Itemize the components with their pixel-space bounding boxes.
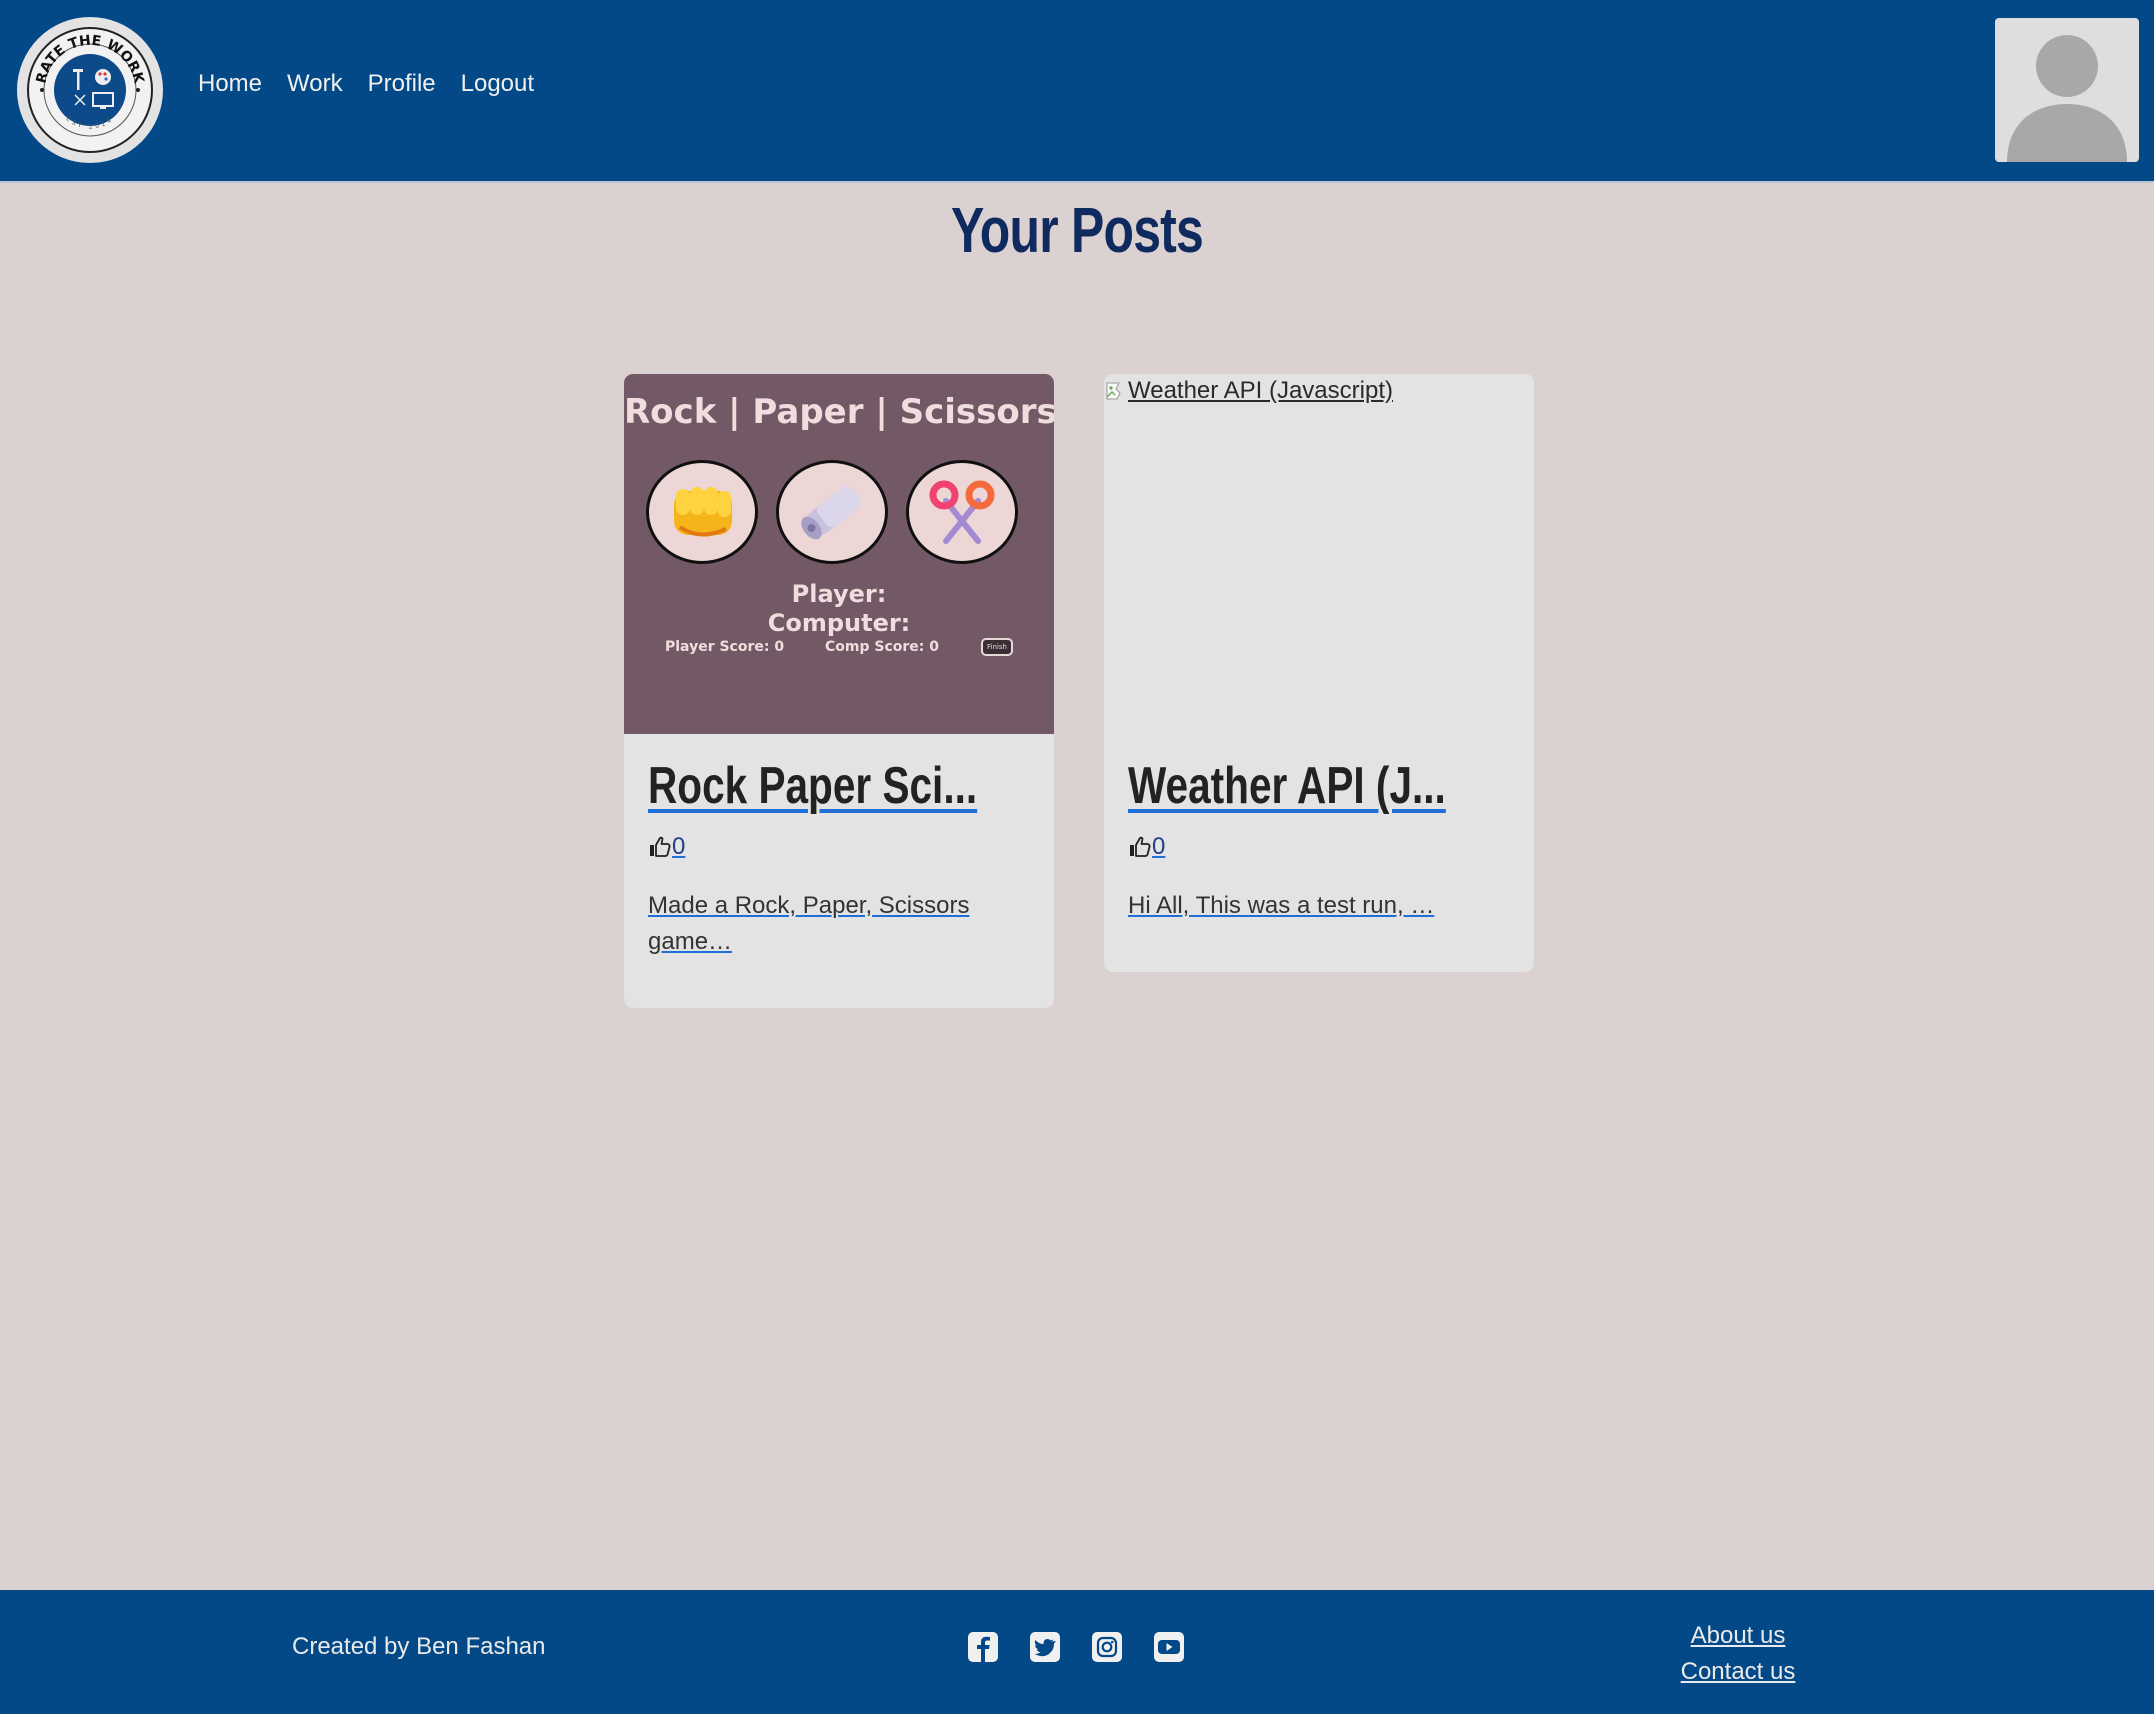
- like-count-value: 0: [672, 833, 686, 860]
- broken-image-icon: [1106, 382, 1121, 400]
- youtube-icon[interactable]: [1153, 1630, 1185, 1664]
- instagram-icon[interactable]: [1091, 1630, 1123, 1664]
- rps-finish-button: Finish: [981, 638, 1013, 656]
- rps-computer-label: Computer:: [767, 609, 911, 637]
- post-title-link[interactable]: Weather API (J...: [1128, 754, 1446, 818]
- footer-credit: Created by Ben Fashan: [292, 1633, 546, 1660]
- post-card[interactable]: Weather API (Javascript) Weather API (J.…: [1104, 374, 1534, 972]
- rps-player-score: Player Score: 0: [665, 639, 785, 655]
- like-count[interactable]: 0: [648, 832, 685, 862]
- thumbs-up-icon: [650, 836, 671, 857]
- user-avatar[interactable]: [1995, 18, 2139, 162]
- nav-home-link[interactable]: Home: [198, 64, 262, 104]
- like-count-value: 0: [1152, 833, 1166, 860]
- site-footer: Created by Ben Fashan About us Contact u…: [0, 1590, 2154, 1714]
- site-logo[interactable]: RATE THE WORK EST 2024: [17, 17, 163, 163]
- rps-choices: [646, 460, 1018, 564]
- rps-game-title: Rock | Paper | Scissors: [624, 392, 1054, 432]
- about-us-link[interactable]: About us: [1660, 1618, 1816, 1654]
- top-navbar: RATE THE WORK EST 2024 Home Work Profile…: [0, 0, 2154, 183]
- post-thumbnail-link[interactable]: Rock | Paper | Scissors Player: Computer…: [624, 374, 1054, 734]
- rps-comp-score: Comp Score: 0: [825, 639, 939, 655]
- rock-fist-icon: [646, 460, 758, 564]
- broken-image-alt-text: Weather API (Javascript): [1128, 377, 1393, 404]
- user-avatar-icon: [2007, 35, 2127, 162]
- page-title: Your Posts: [950, 194, 1204, 266]
- logo-emblem-icon: RATE THE WORK EST 2024: [27, 27, 153, 153]
- scissors-icon: [906, 460, 1018, 564]
- footer-links: About us Contact us: [1660, 1618, 1816, 1690]
- broken-image: Weather API (Javascript): [1104, 376, 1393, 406]
- contact-us-link[interactable]: Contact us: [1660, 1654, 1816, 1690]
- thumbs-up-icon: [1130, 836, 1151, 857]
- like-count[interactable]: 0: [1128, 832, 1165, 862]
- nav-work-link[interactable]: Work: [287, 64, 343, 104]
- post-title-link[interactable]: Rock Paper Sci...: [648, 754, 977, 818]
- main-nav: Home Work Profile Logout: [198, 64, 534, 104]
- nav-logout-link[interactable]: Logout: [461, 64, 534, 104]
- nav-profile-link[interactable]: Profile: [368, 64, 436, 104]
- post-card[interactable]: Rock | Paper | Scissors Player: Computer…: [624, 374, 1054, 1008]
- post-excerpt-link[interactable]: Hi All, This was a test run, …: [1128, 888, 1518, 924]
- paper-scroll-icon: [776, 460, 888, 564]
- social-links: [967, 1630, 1185, 1664]
- post-excerpt-link[interactable]: Made a Rock, Paper, Scissors game…: [648, 888, 1038, 960]
- rps-player-label: Player:: [791, 580, 887, 608]
- post-thumbnail-link[interactable]: Weather API (Javascript): [1104, 374, 1534, 734]
- twitter-icon[interactable]: [1029, 1630, 1061, 1664]
- facebook-icon[interactable]: [967, 1630, 999, 1664]
